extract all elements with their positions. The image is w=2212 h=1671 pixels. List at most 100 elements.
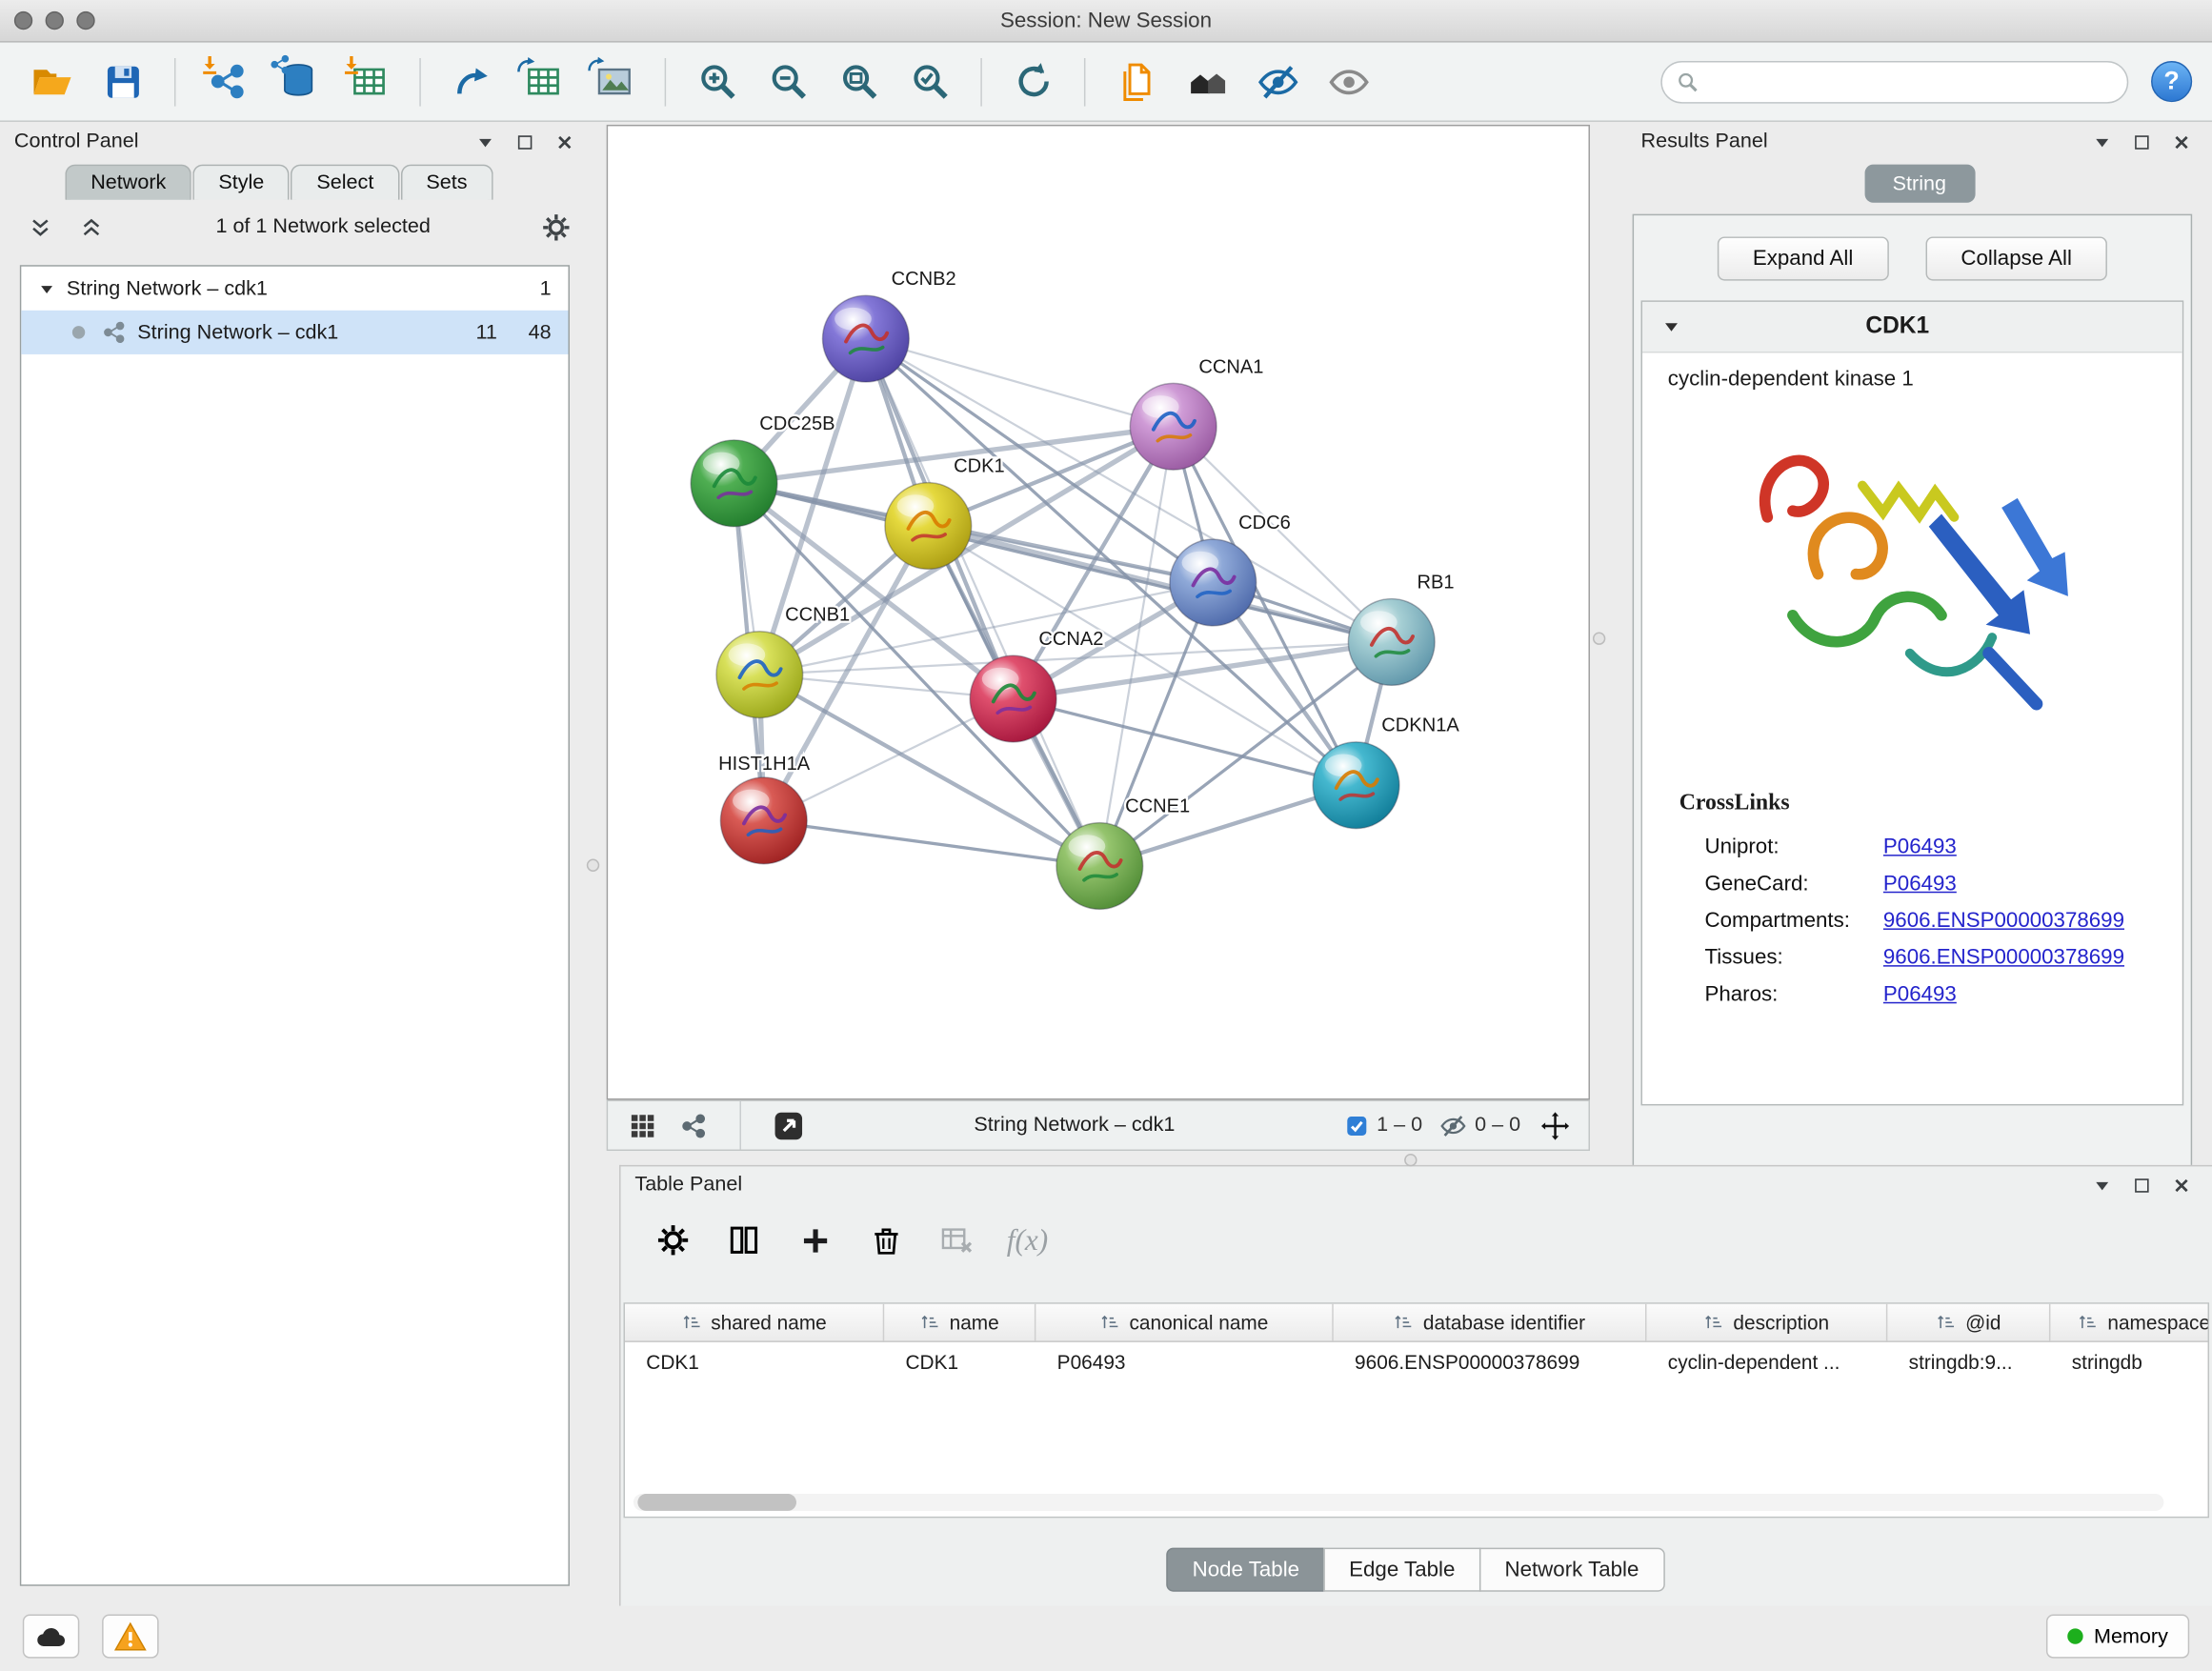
- node-label: CCNA1: [1198, 356, 1263, 377]
- home-button[interactable]: [1175, 50, 1239, 112]
- genecard-link[interactable]: P06493: [1883, 871, 1957, 895]
- gene-section-header[interactable]: CDK1: [1642, 302, 2182, 353]
- network-canvas[interactable]: CCNB2CCNA1CDC25BCDK1CDC6RB1CCNB1CCNA2CDK…: [607, 125, 1590, 1100]
- zoom-selected-button[interactable]: [897, 50, 962, 112]
- table-row[interactable]: CDK1 CDK1 P06493 9606.ENSP00000378699 cy…: [625, 1342, 2208, 1380]
- column-header-database-identifier[interactable]: database identifier: [1334, 1304, 1647, 1341]
- selected-checkbox-icon[interactable]: [1344, 1114, 1368, 1137]
- network-collection-row[interactable]: String Network – cdk1 1: [21, 267, 568, 311]
- results-panel-float-button[interactable]: [2124, 128, 2159, 156]
- network-node-RB1[interactable]: RB1: [1348, 572, 1454, 685]
- pharos-link[interactable]: P06493: [1883, 981, 1957, 1005]
- warnings-button[interactable]: [102, 1615, 159, 1659]
- column-header-namespace[interactable]: namespace: [2050, 1304, 2209, 1341]
- export-view-button[interactable]: [771, 1111, 805, 1139]
- network-edge-CCNB2-CCNE1[interactable]: [866, 339, 1099, 866]
- memory-button[interactable]: Memory: [2045, 1615, 2189, 1659]
- expand-all-button[interactable]: Expand All: [1718, 236, 1889, 280]
- new-network-from-selection-button[interactable]: [439, 50, 504, 112]
- tab-style[interactable]: Style: [193, 165, 291, 200]
- tab-edge-table[interactable]: Edge Table: [1323, 1548, 1480, 1592]
- import-network-from-database-button[interactable]: [265, 50, 330, 112]
- column-header-shared-name[interactable]: shared name: [625, 1304, 884, 1341]
- delete-table-button[interactable]: [935, 1220, 978, 1260]
- apply-layout-button[interactable]: [1000, 50, 1065, 112]
- close-window-button[interactable]: [14, 11, 32, 30]
- vertical-splitter-handle[interactable]: [1593, 633, 1605, 645]
- network-edge-CDC6-CCNB1[interactable]: [759, 582, 1213, 674]
- network-node-CCNB2[interactable]: CCNB2: [822, 269, 955, 382]
- horizontal-scrollbar[interactable]: [633, 1494, 2164, 1511]
- hidden-eye-icon[interactable]: [1439, 1112, 1466, 1138]
- network-edge-HIST1H1A-CCNE1[interactable]: [764, 820, 1100, 866]
- scrollbar-thumb[interactable]: [637, 1494, 796, 1511]
- table-settings-gear-button[interactable]: [652, 1220, 694, 1260]
- gene-disclosure-icon[interactable]: [1662, 317, 1680, 335]
- cloud-status-button[interactable]: [23, 1615, 80, 1659]
- network-edge-RB1-CCNA2[interactable]: [1014, 642, 1392, 699]
- horizontal-splitter-handle[interactable]: [1404, 1154, 1417, 1166]
- show-columns-button[interactable]: [723, 1220, 766, 1260]
- help-button[interactable]: ?: [2151, 61, 2192, 102]
- tab-select[interactable]: Select: [292, 165, 400, 200]
- maximize-window-button[interactable]: [76, 11, 94, 30]
- minimize-window-button[interactable]: [46, 11, 64, 30]
- add-column-button[interactable]: [794, 1220, 836, 1260]
- table-panel-close-button[interactable]: [2163, 1171, 2198, 1199]
- network-share-button[interactable]: [676, 1111, 711, 1139]
- birdseye-grid-button[interactable]: [625, 1111, 659, 1139]
- network-options-gear-button[interactable]: [538, 212, 573, 241]
- export-image-button[interactable]: [581, 50, 646, 112]
- tab-network[interactable]: Network: [65, 165, 191, 200]
- tissues-link[interactable]: 9606.ENSP00000378699: [1883, 945, 2124, 969]
- import-network-from-file-button[interactable]: [194, 50, 259, 112]
- network-node-HIST1H1A[interactable]: HIST1H1A: [718, 754, 811, 864]
- collection-disclosure-icon[interactable]: [38, 280, 55, 297]
- uniprot-link[interactable]: P06493: [1883, 835, 1957, 858]
- zoom-fit-button[interactable]: [826, 50, 891, 112]
- network-node-CCNA1[interactable]: CCNA1: [1130, 356, 1263, 470]
- column-header-description[interactable]: description: [1646, 1304, 1887, 1341]
- network-node-CDKN1A[interactable]: CDKN1A: [1313, 715, 1459, 829]
- sort-icon: [1099, 1313, 1119, 1333]
- search-input[interactable]: [1709, 70, 2113, 93]
- collapse-all-button[interactable]: Collapse All: [1925, 236, 2107, 280]
- save-session-button[interactable]: [90, 50, 155, 112]
- network-row-selected[interactable]: String Network – cdk1 11 48: [21, 311, 568, 354]
- control-panel-menu-button[interactable]: [468, 128, 502, 156]
- vertical-splitter-handle[interactable]: [587, 859, 599, 872]
- network-edge-CDK1-RB1[interactable]: [928, 526, 1391, 642]
- network-node-CDC6[interactable]: CDC6: [1170, 513, 1291, 626]
- function-builder-button[interactable]: f(x): [1006, 1220, 1049, 1260]
- export-table-button[interactable]: [511, 50, 575, 112]
- search-box[interactable]: [1660, 60, 2128, 103]
- string-results-tab[interactable]: String: [1864, 165, 1975, 203]
- crosslink-row: Uniprot: P06493: [1642, 828, 2182, 865]
- delete-column-button[interactable]: [864, 1220, 907, 1260]
- results-panel-menu-button[interactable]: [2084, 128, 2119, 156]
- tab-network-table[interactable]: Network Table: [1479, 1548, 1665, 1592]
- results-panel-close-button[interactable]: [2163, 128, 2198, 156]
- show-all-button[interactable]: [1317, 50, 1381, 112]
- compartments-link[interactable]: 9606.ENSP00000378699: [1883, 908, 2124, 932]
- hide-selected-button[interactable]: [1246, 50, 1311, 112]
- column-header-canonical-name[interactable]: canonical name: [1036, 1304, 1333, 1341]
- control-panel-float-button[interactable]: [508, 128, 542, 156]
- control-panel-close-button[interactable]: [547, 128, 581, 156]
- column-header-id[interactable]: @id: [1887, 1304, 2050, 1341]
- zoom-in-button[interactable]: [684, 50, 749, 112]
- column-header-name[interactable]: name: [884, 1304, 1036, 1341]
- tab-node-table[interactable]: Node Table: [1167, 1548, 1325, 1592]
- pan-mode-button[interactable]: [1538, 1111, 1572, 1139]
- table-panel-menu-button[interactable]: [2084, 1171, 2119, 1199]
- expand-all-networks-button[interactable]: [73, 212, 108, 241]
- network-node-CDK1[interactable]: CDK1: [885, 455, 1005, 569]
- node-label: CDC6: [1238, 513, 1291, 534]
- zoom-out-button[interactable]: [755, 50, 820, 112]
- documents-button[interactable]: [1104, 50, 1169, 112]
- open-session-button[interactable]: [20, 50, 85, 112]
- import-table-from-file-button[interactable]: [336, 50, 401, 112]
- collapse-all-networks-button[interactable]: [23, 212, 57, 241]
- table-panel-float-button[interactable]: [2124, 1171, 2159, 1199]
- tab-sets[interactable]: Sets: [401, 165, 493, 200]
